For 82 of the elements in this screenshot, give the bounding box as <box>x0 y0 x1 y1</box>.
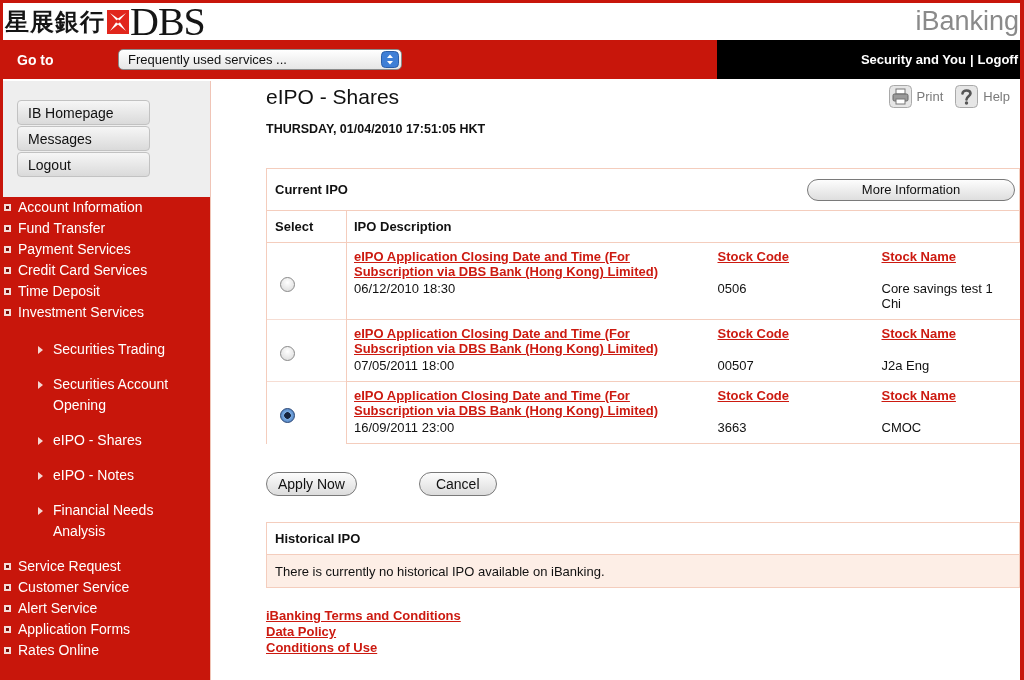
triangle-icon <box>38 437 43 445</box>
bank-name-chinese: 星展銀行 <box>5 6 105 37</box>
triangle-icon <box>38 507 43 515</box>
product-name: iBanking <box>915 5 1020 38</box>
square-bullet-icon <box>4 288 11 295</box>
table-cell: 00507 <box>717 356 882 382</box>
radio-button[interactable] <box>280 276 295 292</box>
table-cell: 3663 <box>717 418 882 444</box>
menu-item[interactable]: Securities Account Opening <box>3 374 210 416</box>
help-button[interactable]: Help <box>955 85 1010 108</box>
date-time-text: THURSDAY, 01/04/2010 17:51:05 HKT <box>266 122 486 137</box>
nav-button[interactable]: Logout <box>17 152 150 177</box>
menu-item[interactable]: Time Deposit <box>3 281 210 302</box>
menu-item[interactable]: Payment Services <box>3 239 210 260</box>
footer-link[interactable]: Conditions of Use <box>266 640 378 656</box>
square-bullet-icon <box>4 309 11 316</box>
menu-item[interactable]: Credit Card Services <box>3 260 210 281</box>
menu-item[interactable]: eIPO - Shares <box>3 430 210 451</box>
menu-item[interactable]: Securities Trading <box>3 339 210 360</box>
column-link[interactable]: Stock Name <box>881 249 956 264</box>
printer-icon <box>888 85 912 108</box>
column-link[interactable]: Stock Name <box>881 388 956 403</box>
menu-item[interactable]: eIPO - Notes <box>3 465 210 486</box>
square-bullet-icon <box>4 584 11 591</box>
help-icon <box>955 85 979 108</box>
menu-item[interactable]: Financial Needs Analysis <box>3 500 210 542</box>
radio-button[interactable] <box>280 346 295 361</box>
column-link[interactable]: Stock Name <box>881 326 956 341</box>
footer-link[interactable]: iBanking Terms and Conditions <box>266 608 461 624</box>
menu-item[interactable]: Alert Service <box>3 598 210 619</box>
header-link[interactable]: Logoff <box>977 52 1018 67</box>
square-bullet-icon <box>4 563 11 570</box>
triangle-icon <box>38 472 43 480</box>
column-link[interactable]: eIPO Application Closing Date and Time (For Subscription via DBS Bank (Hong Kong) Limited) <box>354 326 709 356</box>
nav-button[interactable]: Messages <box>17 126 150 151</box>
table-cell: CMOC <box>881 418 1020 444</box>
menu-item[interactable]: Application Forms <box>3 619 210 640</box>
menu-item[interactable]: Service Request <box>3 556 210 577</box>
menu-item[interactable]: Rates Online <box>3 640 210 661</box>
square-bullet-icon <box>4 647 11 654</box>
section-title: Current IPO <box>275 182 348 197</box>
square-bullet-icon <box>4 225 11 232</box>
square-bullet-icon <box>4 605 11 612</box>
logo-icon <box>107 9 129 34</box>
square-bullet-icon <box>4 246 11 253</box>
menu-item[interactable]: Investment Services <box>3 302 210 323</box>
goto-label: Go to <box>17 51 55 68</box>
column-link[interactable]: Stock Code <box>717 388 789 403</box>
triangle-icon <box>38 381 43 389</box>
table-cell: 07/05/2011 18:00 <box>346 356 718 382</box>
message-text: There is currently no historical IPO available on iBanking. <box>267 555 1019 587</box>
square-bullet-icon <box>4 204 11 211</box>
link-separator: | <box>969 52 974 67</box>
more-information-button[interactable]: More Information <box>807 178 1015 201</box>
column-link[interactable]: Stock Code <box>717 326 789 341</box>
radio-button[interactable] <box>280 408 295 424</box>
page-title: eIPO - Shares <box>266 84 400 110</box>
table-cell: 0506 <box>717 279 882 320</box>
menu-item[interactable]: Account Information <box>3 197 210 218</box>
nav-button[interactable]: IB Homepage <box>17 100 150 125</box>
table-cell: J2a Eng <box>881 356 1020 382</box>
column-link[interactable]: eIPO Application Closing Date and Time (For Subscription via DBS Bank (Hong Kong) Limited) <box>354 249 709 279</box>
column-link[interactable]: Stock Code <box>717 249 789 264</box>
menu-item[interactable]: Customer Service <box>3 577 210 598</box>
header-link[interactable]: Security and You <box>860 52 966 67</box>
brand-name: DBS <box>130 3 205 40</box>
square-bullet-icon <box>4 626 11 633</box>
triangle-icon <box>38 346 43 354</box>
action-button[interactable]: Apply Now <box>266 472 357 496</box>
service-select[interactable]: Frequently used services ... <box>118 49 402 70</box>
footer-link[interactable]: Data Policy <box>266 624 337 640</box>
menu-item[interactable]: Fund Transfer <box>3 218 210 239</box>
table-cell: 06/12/2010 18:30 <box>346 279 718 320</box>
stepper-icon <box>381 51 399 68</box>
table-cell: 16/09/2011 23:00 <box>346 418 718 444</box>
square-bullet-icon <box>4 267 11 274</box>
print-button[interactable]: Print <box>888 85 944 108</box>
column-header: IPO Description <box>346 210 1020 243</box>
table-cell: Core savings test 1 Chi <box>881 279 1020 320</box>
column-header: Select <box>266 210 347 243</box>
column-link[interactable]: eIPO Application Closing Date and Time (For Subscription via DBS Bank (Hong Kong) Limited) <box>354 388 709 418</box>
action-button[interactable]: Cancel <box>418 472 497 496</box>
